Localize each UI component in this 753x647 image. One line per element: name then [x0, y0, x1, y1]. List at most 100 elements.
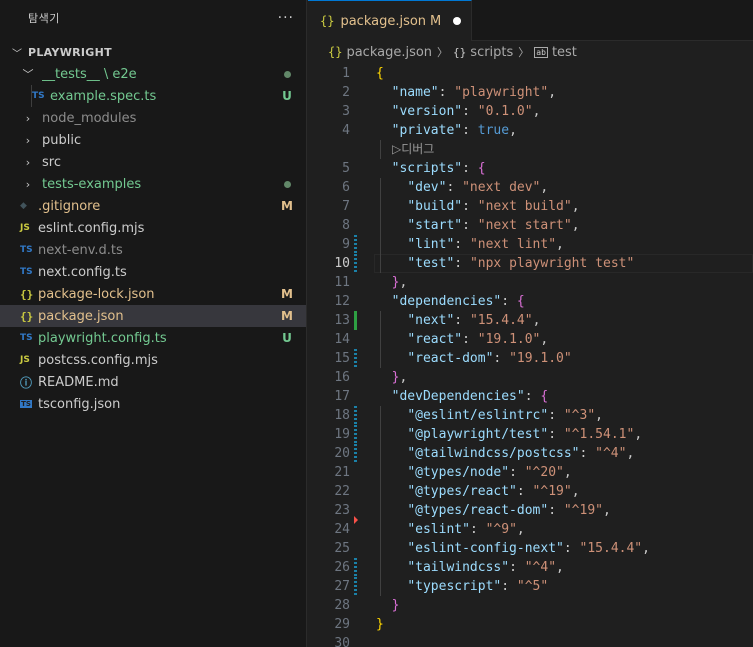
indent-guide [31, 85, 32, 107]
code-line: 7 "build": "next build", [308, 197, 753, 216]
code-text: "dependencies": { [376, 292, 525, 311]
gutter-modified-indicator[interactable] [354, 254, 357, 273]
tree-item[interactable]: JS eslint.config.mjs [0, 217, 306, 239]
tree-item[interactable]: ⓘ README.md [0, 371, 306, 393]
code-token: : [462, 332, 478, 347]
code-line: 14 "react": "19.1.0", [308, 330, 753, 349]
tree-item-label: README.md [38, 374, 119, 390]
code-token: : [563, 541, 580, 556]
more-actions-icon[interactable]: ··· [278, 10, 294, 26]
gutter-modified-indicator[interactable] [354, 558, 357, 577]
tree-item[interactable]: › node_modules [0, 107, 306, 129]
tree-item[interactable]: {} package-lock.json M [0, 283, 306, 305]
line-number: 23 [334, 503, 350, 518]
code-token: "next" [407, 313, 455, 328]
tree-item[interactable]: JS postcss.config.mjs [0, 349, 306, 371]
code-token: "lint" [407, 237, 455, 252]
code-token: , [571, 218, 580, 233]
code-line: 5 "scripts": { [308, 159, 753, 178]
code-line: 16 }, [308, 368, 753, 387]
code-line: 25 "eslint-config-next": "15.4.4", [308, 539, 753, 558]
git-status-badge: M [281, 287, 293, 301]
code-token: "typescript" [407, 579, 502, 594]
tab-bar: {} package.json M [308, 0, 753, 41]
code-token: : [469, 522, 486, 537]
code-line: 24 "eslint": "^9", [308, 516, 753, 539]
code-text: "eslint-config-next": "15.4.4", [376, 539, 650, 558]
chevron-right-icon: › [25, 155, 31, 169]
codelens-line: ▷디버그 [308, 140, 753, 159]
tree-item[interactable]: › src [0, 151, 306, 173]
breadcrumb-scripts[interactable]: scripts [470, 45, 513, 60]
code-token: , [556, 560, 564, 575]
code-token: : [579, 446, 596, 461]
tree-item[interactable]: TS next.config.ts [0, 261, 306, 283]
typescript-file-icon: TS [20, 333, 33, 343]
code-text: "build": "next build", [376, 197, 580, 216]
line-number: 25 [334, 541, 350, 556]
code-text: "version": "0.1.0", [376, 102, 541, 121]
code-token: "0.1.0" [477, 104, 533, 119]
code-text: "typescript": "^5" [376, 577, 548, 596]
tree-item[interactable]: › public [0, 129, 306, 151]
line-number: 26 [334, 560, 350, 575]
tree-item[interactable]: {} package.json M [0, 305, 306, 327]
code-text: "tailwindcss": "^4", [376, 558, 564, 577]
code-token: "^19" [532, 484, 572, 499]
code-text: "react-dom": "19.1.0" [376, 349, 571, 368]
tree-item-label: __tests__ \ e2e [42, 66, 137, 82]
tree-item-label: node_modules [42, 110, 137, 126]
breadcrumb-file[interactable]: package.json [346, 45, 432, 60]
gutter-modified-indicator[interactable] [354, 577, 357, 596]
gutter-deleted-indicator[interactable] [354, 516, 358, 524]
project-folder-header[interactable]: ﹀ PLAYWRIGHT [0, 41, 306, 63]
code-token: "^3" [563, 408, 596, 423]
tree-item[interactable]: ﹀ __tests__ \ e2e [0, 63, 306, 85]
code-token: , [571, 484, 580, 499]
code-text: "scripts": { [376, 159, 486, 178]
code-line: 10 "test": "npx playwright test" [308, 254, 753, 273]
tree-item[interactable]: TS playwright.config.ts U [0, 327, 306, 349]
code-token: "private" [391, 123, 463, 138]
tree-item[interactable]: ◆ .gitignore M [0, 195, 306, 217]
explorer-title: 탐색기 [28, 11, 60, 25]
code-token: : [438, 85, 455, 100]
code-line: 17 "devDependencies": { [308, 387, 753, 406]
breadcrumb-test[interactable]: test [552, 45, 577, 60]
gutter-modified-indicator[interactable] [354, 444, 357, 463]
tree-item[interactable]: TS next-env.d.ts [0, 239, 306, 261]
code-line: 1{ [308, 64, 753, 83]
gutter-added-indicator[interactable] [354, 311, 357, 330]
tree-item[interactable]: TS tsconfig.json [0, 393, 306, 415]
gutter-modified-indicator[interactable] [354, 349, 357, 368]
line-number: 21 [334, 465, 350, 480]
tab-package-json[interactable]: {} package.json M [308, 0, 473, 41]
gutter-modified-indicator[interactable] [354, 425, 357, 444]
gutter-modified-indicator[interactable] [354, 406, 357, 425]
gutter-modified-indicator[interactable] [354, 235, 357, 254]
unsaved-dot-icon[interactable] [453, 17, 462, 25]
code-token: "version" [391, 104, 463, 119]
code-token: } [376, 617, 384, 632]
code-token: "^9" [485, 522, 517, 537]
code-text: "@types/node": "^20", [376, 463, 572, 482]
tree-item-label: tsconfig.json [38, 396, 121, 412]
code-token: , [571, 199, 580, 214]
tree-item[interactable]: › tests-examples [0, 173, 306, 195]
line-number: 2 [342, 85, 350, 100]
code-token: , [563, 465, 572, 480]
code-line: 21 "@types/node": "^20", [308, 463, 753, 482]
code-editor[interactable]: 1{2 "name": "playwright", 3 "version": "0… [308, 64, 753, 647]
code-line: 8 "start": "next start", [308, 216, 753, 235]
tree-item[interactable]: TS example.spec.ts U [0, 85, 306, 107]
debug-codelens[interactable]: ▷디버그 [392, 140, 434, 159]
